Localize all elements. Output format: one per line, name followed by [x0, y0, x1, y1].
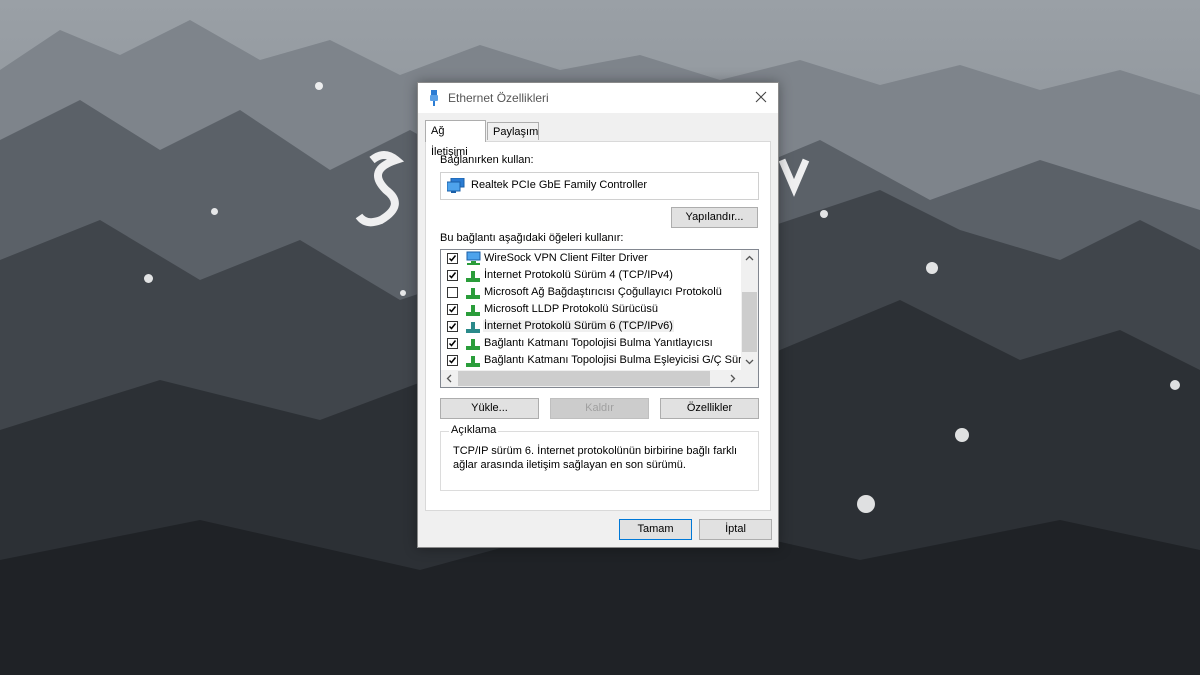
checkmark-icon [448, 272, 457, 279]
cancel-button[interactable]: İptal [699, 519, 772, 540]
uninstall-button[interactable]: Kaldır [550, 398, 649, 419]
ethernet-cable-icon [430, 90, 438, 106]
item-label: İnternet Protokolü Sürüm 6 (TCP/IPv6) [483, 320, 674, 332]
components-list[interactable]: WireSock VPN Client Filter Driver İntern… [440, 249, 759, 388]
item-checkbox[interactable] [447, 338, 458, 349]
tab-label: Ağ İletişimi [431, 125, 468, 158]
snowflake [211, 208, 218, 215]
item-label: Microsoft LLDP Protokolü Sürücüsü [484, 303, 659, 315]
chevron-left-icon [446, 374, 452, 383]
checkmark-icon [448, 357, 457, 364]
tab-strip: Ağ İletişimi Paylaşım [425, 120, 771, 158]
list-item-selected[interactable]: İnternet Protokolü Sürüm 6 (TCP/IPv6) [441, 318, 742, 335]
checkmark-icon [448, 323, 457, 330]
snowflake [315, 82, 323, 90]
chevron-down-icon [745, 359, 754, 365]
chevron-right-icon [730, 374, 736, 383]
vertical-scrollbar[interactable] [741, 250, 758, 370]
adapter-field: Realtek PCIe GbE Family Controller [440, 172, 759, 200]
horizontal-scrollbar[interactable] [441, 370, 758, 387]
list-item[interactable]: İnternet Protokolü Sürüm 4 (TCP/IPv4) [441, 267, 742, 284]
snowflake [955, 428, 969, 442]
item-label: Microsoft Ağ Bağdaştırıcısı Çoğullayıcı … [484, 286, 722, 298]
item-checkbox[interactable] [447, 304, 458, 315]
item-label: Bağlantı Katmanı Topolojisi Bulma Yanıtl… [484, 337, 713, 349]
close-button[interactable] [744, 83, 778, 113]
title-bar[interactable]: Ethernet Özellikleri [418, 83, 778, 113]
protocol-icon [466, 271, 480, 282]
scroll-left-button[interactable] [441, 370, 458, 387]
network-adapter-icon [447, 178, 465, 193]
protocol-icon [466, 288, 480, 299]
item-label: Bağlantı Katmanı Topolojisi Bulma Eşleyi… [484, 354, 759, 366]
tab-networking[interactable]: Ağ İletişimi [425, 120, 486, 158]
item-label: WireSock VPN Client Filter Driver [484, 252, 648, 264]
description-text: TCP/IP sürüm 6. İnternet protokolünün bi… [453, 445, 738, 471]
protocol-icon [466, 339, 480, 350]
checkmark-icon [448, 306, 457, 313]
snowflake [400, 290, 406, 296]
items-label: Bu bağlantı aşağıdaki öğeleri kullanır: [440, 232, 624, 244]
snowflake [1170, 380, 1180, 390]
item-checkbox[interactable] [447, 355, 458, 366]
configure-button[interactable]: Yapılandır... [671, 207, 758, 228]
item-checkbox[interactable] [447, 287, 458, 298]
description-groupbox: Açıklama TCP/IP sürüm 6. İnternet protok… [440, 424, 759, 491]
protocol-icon [466, 305, 480, 316]
list-item[interactable]: Bağlantı Katmanı Topolojisi Bulma Eşleyi… [441, 352, 758, 369]
scroll-down-button[interactable] [741, 353, 758, 370]
list-item[interactable]: Bağlantı Katmanı Topolojisi Bulma Yanıtl… [441, 335, 742, 352]
item-label: İnternet Protokolü Sürüm 4 (TCP/IPv4) [484, 269, 673, 281]
item-checkbox[interactable] [447, 270, 458, 281]
description-title: Açıklama [449, 424, 499, 436]
tab-label: Paylaşım [493, 126, 539, 138]
install-button[interactable]: Yükle... [440, 398, 539, 419]
vertical-scroll-thumb[interactable] [742, 292, 757, 352]
list-item[interactable]: Microsoft LLDP Protokolü Sürücüsü [441, 301, 742, 318]
scroll-up-button[interactable] [741, 250, 758, 267]
networking-tab-panel: Bağlanırken kullan: Realtek PCIe GbE Fam… [425, 141, 771, 511]
window-title: Ethernet Özellikleri [448, 91, 549, 105]
horizontal-scroll-thumb[interactable] [458, 371, 710, 386]
properties-button[interactable]: Özellikler [660, 398, 759, 419]
snowflake [144, 274, 153, 283]
snowflake [857, 495, 875, 513]
ok-button[interactable]: Tamam [619, 519, 692, 540]
protocol-icon [466, 322, 480, 333]
item-checkbox[interactable] [447, 321, 458, 332]
network-service-icon [466, 251, 481, 265]
list-item[interactable]: Microsoft Ağ Bağdaştırıcısı Çoğullayıcı … [441, 284, 742, 301]
list-item[interactable]: WireSock VPN Client Filter Driver [441, 250, 742, 267]
scrollbar-corner [741, 370, 758, 387]
checkmark-icon [448, 255, 457, 262]
checkmark-icon [448, 340, 457, 347]
close-icon [755, 91, 767, 103]
protocol-icon [466, 356, 480, 367]
scroll-right-button[interactable] [724, 370, 741, 387]
ethernet-properties-dialog: Ethernet Özellikleri Ağ İletişimi Paylaş… [417, 82, 779, 548]
adapter-name: Realtek PCIe GbE Family Controller [471, 179, 648, 191]
snowflake [926, 262, 938, 274]
item-checkbox[interactable] [447, 253, 458, 264]
tab-sharing[interactable]: Paylaşım [487, 122, 539, 140]
snowflake [820, 210, 828, 218]
chevron-up-icon [745, 255, 754, 261]
